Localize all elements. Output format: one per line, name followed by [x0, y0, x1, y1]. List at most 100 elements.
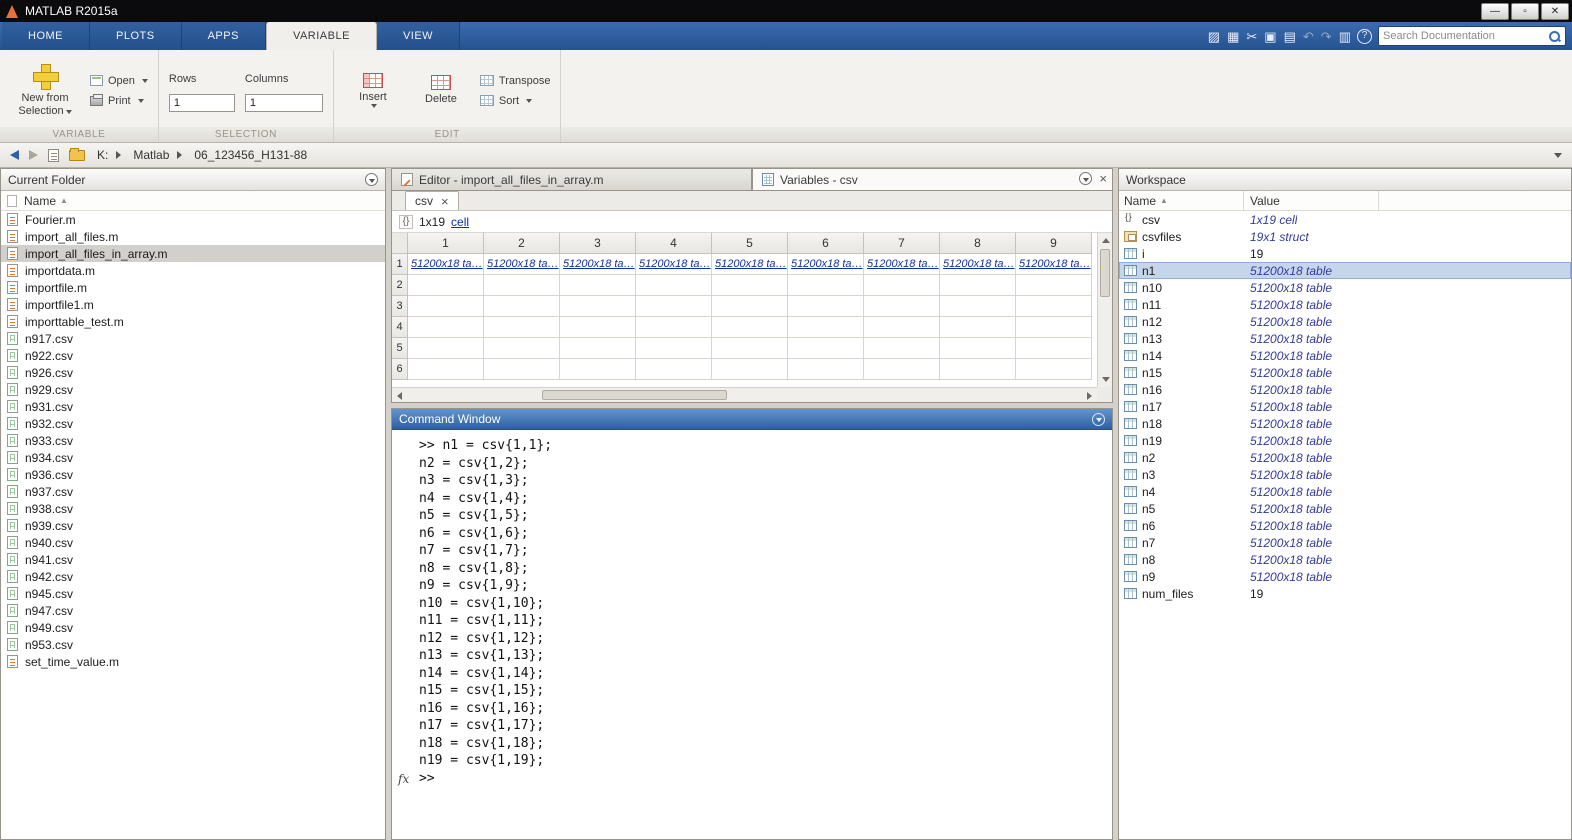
- search-icon[interactable]: [1549, 31, 1561, 43]
- grid-cell[interactable]: 51200x18 ta…: [940, 254, 1016, 275]
- table-row[interactable]: n2 51200x18 table: [1119, 449, 1571, 466]
- grid-cell[interactable]: 51200x18 ta…: [408, 254, 484, 275]
- scroll-left-icon[interactable]: [397, 392, 402, 400]
- table-row[interactable]: num_files 19: [1119, 585, 1571, 602]
- list-item[interactable]: n947.csv: [1, 602, 385, 619]
- breadcrumb-item[interactable]: K:: [95, 146, 131, 164]
- grid-column-header[interactable]: 7: [864, 233, 940, 254]
- screenshot-icon[interactable]: ▨: [1208, 30, 1220, 43]
- fx-icon[interactable]: fx: [398, 771, 409, 789]
- variable-type-link[interactable]: cell: [451, 215, 469, 229]
- grid-cell[interactable]: [712, 338, 788, 359]
- list-item[interactable]: import_all_files.m: [1, 228, 385, 245]
- grid-row-header[interactable]: 6: [392, 359, 408, 380]
- command-window-body[interactable]: >> n1 = csv{1,1}; n2 = csv{1,2}; n3 = cs…: [392, 430, 1112, 839]
- table-row[interactable]: n17 51200x18 table: [1119, 398, 1571, 415]
- print-variable-button[interactable]: Print: [90, 95, 148, 107]
- grid-cell[interactable]: [1016, 275, 1092, 296]
- table-row[interactable]: n18 51200x18 table: [1119, 415, 1571, 432]
- grid-cell[interactable]: [636, 275, 712, 296]
- grid-cell[interactable]: [1016, 317, 1092, 338]
- table-row[interactable]: n15 51200x18 table: [1119, 364, 1571, 381]
- panel-menu-icon[interactable]: [365, 173, 378, 186]
- name-column-header[interactable]: Name ▲: [1, 191, 385, 211]
- redo-icon[interactable]: ↷: [1321, 30, 1332, 43]
- cell-value-link[interactable]: 51200x18 ta…: [639, 258, 711, 270]
- list-item[interactable]: n936.csv: [1, 466, 385, 483]
- list-item[interactable]: n945.csv: [1, 585, 385, 602]
- document-tab[interactable]: Editor - import_all_files_in_array.m: [391, 168, 752, 190]
- restore-button[interactable]: ▫: [1511, 3, 1539, 20]
- list-item[interactable]: n939.csv: [1, 517, 385, 534]
- grid-corner[interactable]: [392, 233, 408, 254]
- grid-cell[interactable]: [636, 296, 712, 317]
- list-item[interactable]: n953.csv: [1, 636, 385, 653]
- breadcrumb-item[interactable]: Matlab: [131, 146, 192, 164]
- list-item[interactable]: Fourier.m: [1, 211, 385, 228]
- grid-cell[interactable]: [1016, 296, 1092, 317]
- grid-cell[interactable]: [864, 275, 940, 296]
- grid-cell[interactable]: [1016, 338, 1092, 359]
- list-item[interactable]: n917.csv: [1, 330, 385, 347]
- list-item[interactable]: n922.csv: [1, 347, 385, 364]
- grid-cell[interactable]: 51200x18 ta…: [560, 254, 636, 275]
- scrollbar-thumb[interactable]: [542, 390, 727, 400]
- grid-cell[interactable]: [864, 317, 940, 338]
- grid-cell[interactable]: [484, 338, 560, 359]
- list-item[interactable]: n931.csv: [1, 398, 385, 415]
- grid-cell[interactable]: 51200x18 ta…: [712, 254, 788, 275]
- sort-button[interactable]: Sort: [480, 95, 551, 107]
- list-item[interactable]: n941.csv: [1, 551, 385, 568]
- grid-row-header[interactable]: 2: [392, 275, 408, 296]
- grid-column-header[interactable]: 1: [408, 233, 484, 254]
- print-icon[interactable]: ▥: [1339, 30, 1351, 43]
- grid-cell[interactable]: 51200x18 ta…: [484, 254, 560, 275]
- grid-cell[interactable]: 51200x18 ta…: [1016, 254, 1092, 275]
- cell-value-link[interactable]: 51200x18 ta…: [943, 258, 1015, 270]
- grid-row-header[interactable]: 4: [392, 317, 408, 338]
- grid-cell[interactable]: [484, 359, 560, 380]
- table-row[interactable]: n10 51200x18 table: [1119, 279, 1571, 296]
- table-row[interactable]: n8 51200x18 table: [1119, 551, 1571, 568]
- grid-cell[interactable]: [484, 317, 560, 338]
- variable-document-tab[interactable]: csv ×: [405, 191, 459, 210]
- list-item[interactable]: n926.csv: [1, 364, 385, 381]
- grid-cell[interactable]: [560, 296, 636, 317]
- list-item[interactable]: n934.csv: [1, 449, 385, 466]
- scroll-up-icon[interactable]: [1102, 238, 1110, 243]
- document-tab[interactable]: Variables - csv: [752, 168, 1113, 190]
- table-row[interactable]: csvfiles 19x1 struct: [1119, 228, 1571, 245]
- grid-cell[interactable]: [408, 359, 484, 380]
- ribbon-tab[interactable]: APPS: [182, 22, 266, 50]
- close-icon[interactable]: ×: [1099, 172, 1107, 185]
- grid-cell[interactable]: [788, 275, 864, 296]
- cell-value-link[interactable]: 51200x18 ta…: [1019, 258, 1091, 270]
- table-row[interactable]: n9 51200x18 table: [1119, 568, 1571, 585]
- undo-icon[interactable]: ↶: [1303, 30, 1314, 43]
- list-item[interactable]: n940.csv: [1, 534, 385, 551]
- delete-button[interactable]: Delete: [412, 72, 470, 109]
- new-from-selection-button[interactable]: New from Selection: [10, 61, 80, 121]
- grid-cell[interactable]: [560, 275, 636, 296]
- grid-cell[interactable]: [940, 317, 1016, 338]
- grid-column-header[interactable]: 8: [940, 233, 1016, 254]
- ribbon-tab[interactable]: VARIABLE: [266, 22, 377, 50]
- grid-row-header[interactable]: 1: [392, 254, 408, 275]
- grid-cell[interactable]: 51200x18 ta…: [636, 254, 712, 275]
- grid-cell[interactable]: [788, 338, 864, 359]
- cell-value-link[interactable]: 51200x18 ta…: [791, 258, 863, 270]
- paste-icon[interactable]: ▤: [1284, 30, 1296, 43]
- list-item[interactable]: n942.csv: [1, 568, 385, 585]
- horizontal-scrollbar[interactable]: [392, 387, 1097, 402]
- grid-cell[interactable]: [940, 338, 1016, 359]
- copy-icon[interactable]: ▣: [1264, 30, 1276, 43]
- table-row[interactable]: n1 51200x18 table: [1119, 262, 1571, 279]
- grid-cell[interactable]: [864, 359, 940, 380]
- open-variable-button[interactable]: Open: [90, 75, 148, 87]
- grid-cell[interactable]: [788, 317, 864, 338]
- table-row[interactable]: n16 51200x18 table: [1119, 381, 1571, 398]
- minimize-button[interactable]: —: [1481, 3, 1509, 20]
- grid-cell[interactable]: [636, 338, 712, 359]
- table-row[interactable]: n12 51200x18 table: [1119, 313, 1571, 330]
- table-row[interactable]: n5 51200x18 table: [1119, 500, 1571, 517]
